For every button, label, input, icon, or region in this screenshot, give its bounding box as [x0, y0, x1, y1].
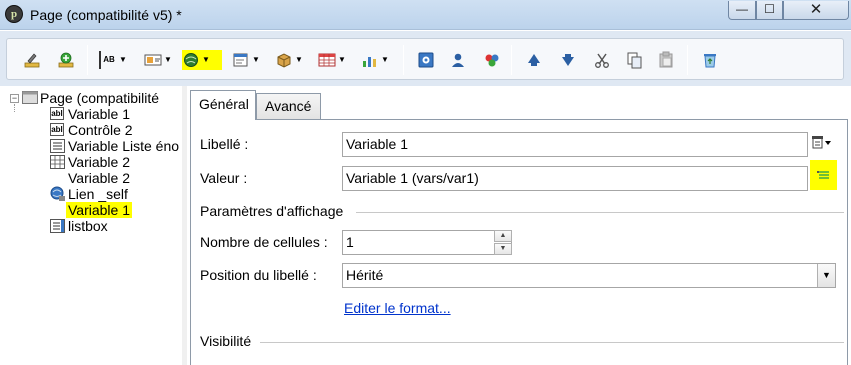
move-down-button[interactable]	[559, 50, 577, 70]
page-button[interactable]	[417, 50, 435, 70]
cells-count-spinner[interactable]: ▲ ▼	[494, 230, 512, 255]
tree-item-label: Variable 2	[68, 170, 131, 186]
tab-content-general: Libellé : Variable 1 Valeur : Variable 1…	[190, 119, 848, 365]
label-position-value: Hérité	[346, 267, 384, 283]
edit-format-link[interactable]: Editer le format...	[344, 300, 451, 316]
structure-tree: − Page (compatibilité abl Variable 1 abl…	[10, 90, 182, 365]
tree-item-label: Variable 2	[68, 154, 131, 170]
properties-panel: Général Avancé Libellé : Variable 1 Vale…	[187, 86, 851, 365]
chevron-down-icon[interactable]: ▼	[252, 51, 260, 69]
text-field-icon: abl	[50, 107, 64, 120]
table-icon	[318, 53, 336, 67]
add-green-icon	[58, 52, 74, 68]
tab-advanced[interactable]: Avancé	[256, 93, 321, 119]
package-button[interactable]: ▼	[275, 50, 303, 70]
text-field-icon: AB	[99, 51, 117, 69]
main-area: − Page (compatibilité abl Variable 1 abl…	[0, 86, 851, 365]
globe-button[interactable]: ▼	[182, 50, 222, 70]
group-divider	[356, 212, 844, 213]
cells-count-label: Nombre de cellules :	[200, 234, 328, 250]
minimize-button[interactable]: —	[728, 1, 756, 20]
cut-button[interactable]	[593, 50, 611, 70]
valeur-picker-button[interactable]	[810, 160, 837, 190]
chevron-down-icon[interactable]: ▼	[119, 51, 127, 69]
libelle-options-button[interactable]	[811, 134, 833, 154]
form-button[interactable]: ▼	[232, 50, 260, 70]
cut-icon	[595, 53, 609, 68]
maximize-button[interactable]: ☐	[756, 1, 783, 20]
tree-item-label: Contrôle 2	[68, 122, 133, 138]
globe-icon	[184, 53, 198, 67]
image-field-icon	[144, 54, 162, 66]
text-field-button[interactable]: AB ▼	[99, 50, 127, 70]
move-up-button[interactable]	[525, 50, 543, 70]
tree-root-label: Page (compatibilité	[40, 90, 160, 106]
chevron-down-icon[interactable]: ▼	[381, 51, 389, 69]
tab-general[interactable]: Général	[190, 90, 256, 120]
template-menu-icon	[812, 136, 831, 149]
cells-count-input[interactable]: 1	[342, 230, 512, 255]
copy-button[interactable]	[625, 50, 643, 70]
user-icon	[452, 53, 464, 67]
title-bar: p Page (compatibilité v5) * — ☐ ✕	[0, 0, 851, 30]
recycle-button[interactable]	[701, 50, 719, 70]
colors-icon	[485, 54, 499, 67]
label-position-select[interactable]: Hérité ▼	[342, 263, 836, 288]
chevron-down-icon[interactable]: ▼	[164, 51, 172, 69]
toolbar-area: AB ▼ ▼ ▼ ▼ ▼ ▼ ▼	[0, 31, 851, 86]
chart-button[interactable]: ▼	[361, 50, 389, 70]
variable-picker-icon	[816, 171, 829, 179]
visibility-title: Visibilité	[200, 333, 252, 349]
globe-link-icon	[50, 186, 65, 201]
chevron-down-icon[interactable]: ▼	[295, 51, 303, 69]
table-button[interactable]: ▼	[318, 50, 346, 70]
add-button[interactable]	[57, 50, 75, 70]
list-icon	[50, 139, 65, 153]
edit-button[interactable]	[23, 50, 41, 70]
image-field-button[interactable]: ▼	[144, 50, 172, 70]
spin-down-icon[interactable]: ▼	[494, 243, 512, 255]
grid-icon	[50, 155, 65, 169]
colors-button[interactable]	[483, 50, 501, 70]
group-divider	[260, 342, 844, 343]
collapse-icon[interactable]: −	[10, 94, 19, 103]
listbox-icon	[50, 219, 65, 233]
spin-up-icon[interactable]: ▲	[494, 230, 512, 242]
package-icon	[277, 53, 291, 68]
tab-bar: Général Avancé	[187, 90, 851, 120]
chevron-down-icon[interactable]: ▼	[202, 51, 210, 69]
label-position-label: Position du libellé :	[200, 267, 317, 283]
tree-item-label: Variable Liste éno	[68, 138, 180, 154]
chevron-down-icon[interactable]: ▼	[817, 264, 835, 287]
chevron-down-icon[interactable]: ▼	[338, 51, 346, 69]
valeur-label: Valeur :	[200, 170, 248, 186]
libelle-input[interactable]: Variable 1	[342, 132, 808, 157]
paste-button[interactable]	[657, 50, 675, 70]
copy-icon	[627, 52, 642, 69]
arrow-down-icon	[562, 54, 574, 66]
app-logo-icon: p	[5, 5, 23, 23]
user-button[interactable]	[449, 50, 467, 70]
tree-item-label: Lien _self	[68, 186, 128, 202]
chart-icon	[363, 57, 376, 67]
text-field-icon: abl	[50, 123, 64, 136]
libelle-label: Libellé :	[200, 136, 249, 152]
page-node-icon	[22, 91, 38, 104]
edit-icon	[24, 53, 40, 68]
paste-icon	[659, 51, 673, 68]
recycle-icon	[704, 54, 716, 68]
tree-item-label: Variable 1	[68, 106, 131, 122]
valeur-input[interactable]: Variable 1 (vars/var1)	[342, 166, 808, 191]
arrow-up-icon	[528, 54, 540, 66]
display-settings-title: Paramètres d'affichage	[200, 203, 344, 219]
window-title: Page (compatibilité v5) *	[30, 7, 182, 23]
tree-item-label: Variable 1	[66, 202, 133, 218]
page-icon	[418, 52, 434, 68]
form-icon	[233, 53, 248, 67]
close-button[interactable]: ✕	[783, 1, 849, 20]
tree-item-label: listbox	[68, 218, 108, 234]
toolbar: AB ▼ ▼ ▼ ▼ ▼ ▼ ▼	[6, 38, 844, 80]
